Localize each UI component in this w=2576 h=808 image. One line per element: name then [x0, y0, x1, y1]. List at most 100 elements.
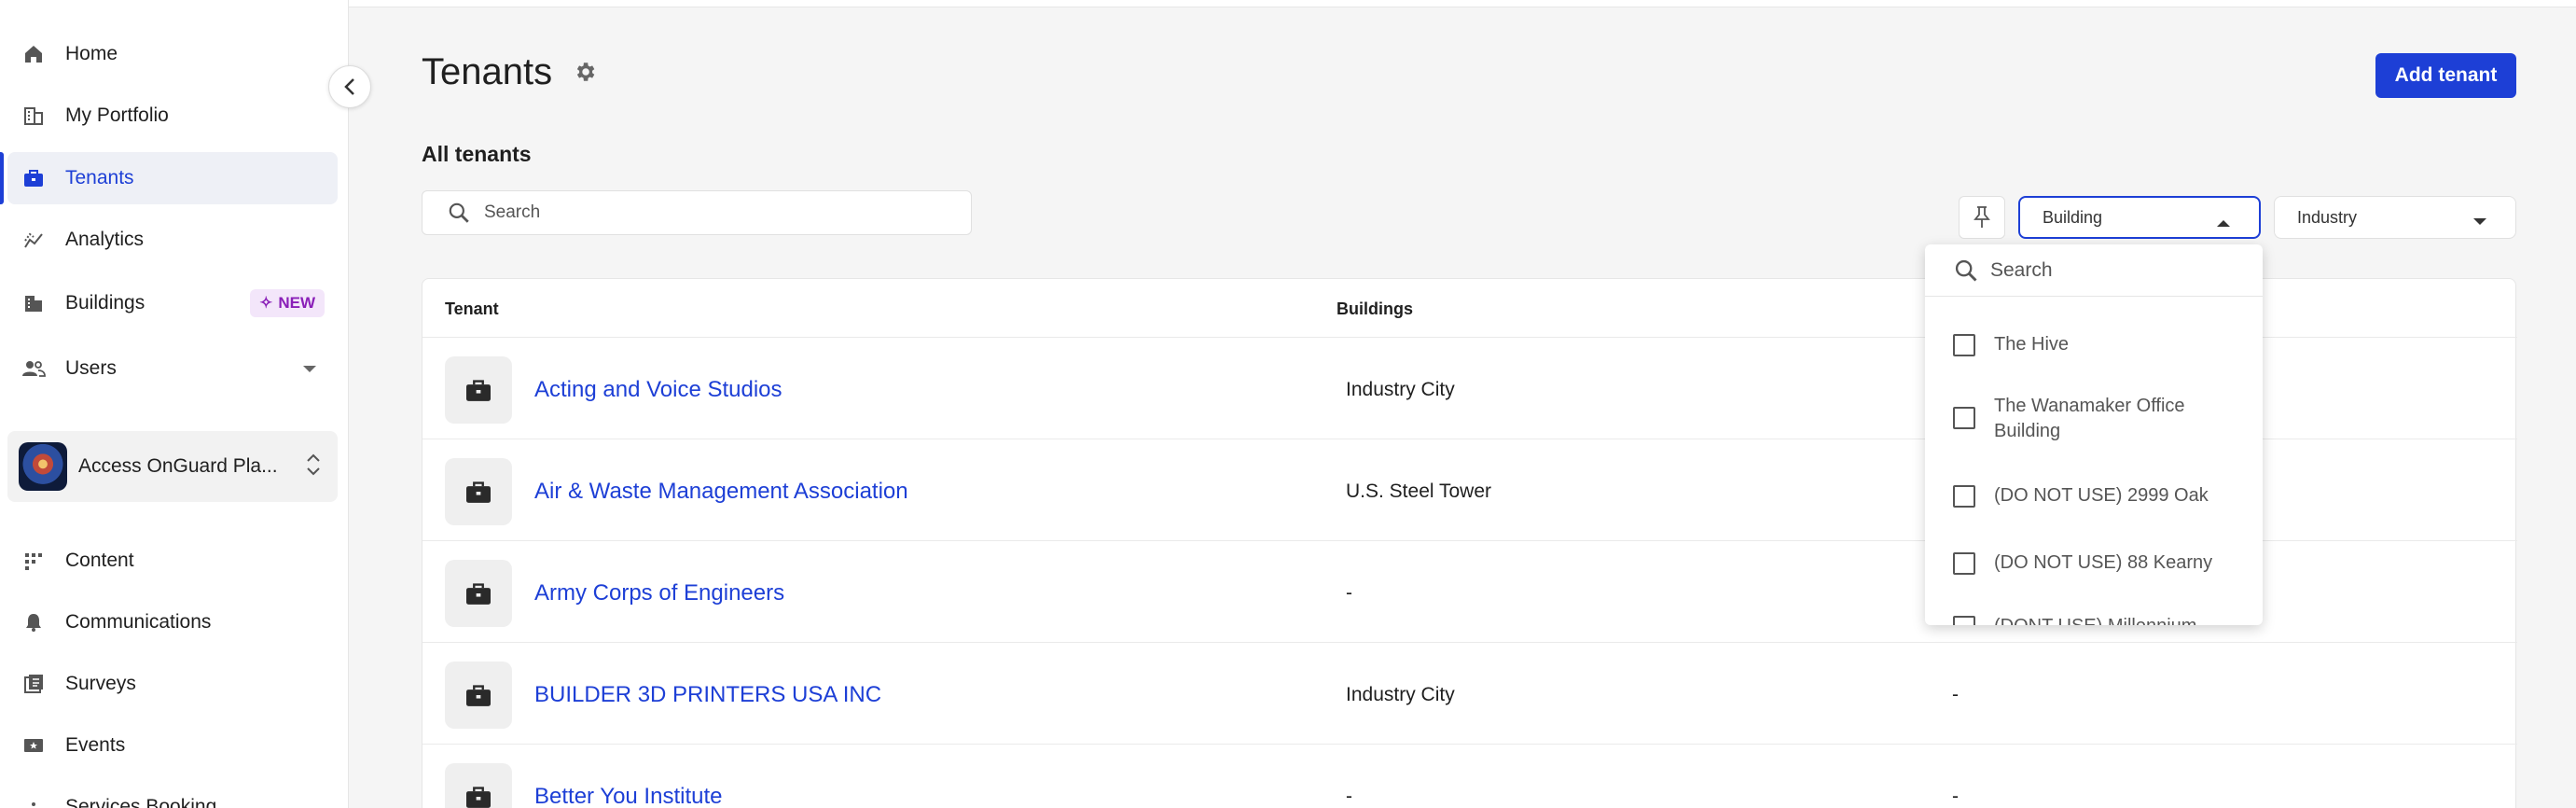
sidebar-item-label: Buildings	[65, 292, 145, 313]
tenant-name-link[interactable]: Acting and Voice Studios	[534, 377, 782, 403]
gear-icon[interactable]	[573, 60, 597, 89]
org-name: Access OnGuard Pla...	[78, 455, 278, 477]
sidebar-item-content[interactable]: Content	[7, 535, 338, 587]
tenant-avatar	[445, 560, 512, 627]
table-row[interactable]: BUILDER 3D PRINTERS USA INC Industry Cit…	[422, 642, 2517, 744]
add-tenant-button[interactable]: Add tenant	[2375, 53, 2516, 98]
sidebar-item-communications[interactable]: Communications	[7, 596, 338, 648]
building-option-label: The Wanamaker Office Building	[1994, 396, 2185, 441]
building-option[interactable]: (DO NOT USE) 88 Kearny	[1953, 550, 2212, 576]
checkbox[interactable]	[1953, 485, 1975, 508]
building-option[interactable]: (DO NOT USE) 2999 Oak	[1953, 483, 2209, 508]
home-icon	[21, 41, 47, 67]
analytics-icon	[21, 227, 47, 253]
building-option[interactable]: The Wanamaker Office Building	[1953, 394, 2223, 444]
building-option-label: (DO NOT USE) 88 Kearny	[1994, 552, 2213, 573]
building-filter[interactable]: Building	[2018, 196, 2261, 239]
users-icon	[21, 355, 47, 382]
dropdown-search[interactable]	[1925, 244, 2263, 297]
column-header-tenant[interactable]: Tenant	[445, 300, 499, 319]
sidebar-item-home[interactable]: Home	[7, 28, 338, 80]
sidebar-item-label: Analytics	[65, 229, 145, 250]
pin-filters-button[interactable]	[1959, 196, 2005, 239]
industry-filter-label: Industry	[2297, 207, 2358, 227]
building-filter-label: Building	[2043, 207, 2103, 227]
briefcase-icon	[466, 685, 491, 706]
sidebar-item-services-booking[interactable]: Services Booking	[7, 781, 338, 808]
chevron-up-icon	[2216, 213, 2231, 232]
sidebar-item-users[interactable]: Users	[7, 342, 338, 395]
tenant-name-link[interactable]: Air & Waste Management Association	[534, 479, 908, 505]
sidebar-item-label: Tenants	[65, 167, 134, 188]
briefcase-icon	[21, 165, 47, 191]
tenant-avatar	[445, 458, 512, 525]
building-option[interactable]: (DONT USE) Millennium	[1953, 614, 2196, 625]
tenant-building: -	[1346, 786, 1352, 807]
org-avatar	[19, 442, 67, 491]
sidebar-item-analytics[interactable]: Analytics	[7, 214, 338, 266]
sidebar-item-events[interactable]: Events	[7, 719, 338, 772]
search-icon	[449, 202, 469, 223]
chevron-down-icon	[302, 357, 317, 380]
sidebar-item-my-portfolio[interactable]: My Portfolio	[7, 90, 338, 142]
org-switcher[interactable]: Access OnGuard Pla...	[7, 431, 338, 502]
sidebar-item-label: Users	[65, 357, 117, 379]
tenant-industry: -	[1952, 684, 1959, 705]
sidebar-item-tenants[interactable]: Tenants	[0, 152, 338, 204]
briefcase-icon	[466, 481, 491, 503]
search-icon	[1955, 259, 1977, 282]
building-option[interactable]: The Hive	[1953, 332, 2069, 357]
table-row[interactable]: Better You Institute - -	[422, 744, 2517, 808]
building-option-label: (DO NOT USE) 2999 Oak	[1994, 485, 2209, 506]
search-input[interactable]	[484, 202, 932, 223]
briefcase-icon	[466, 380, 491, 401]
new-badge: ✧ NEW	[250, 289, 325, 317]
building-option-label: The Hive	[1994, 334, 2070, 355]
sidebar-item-label: Content	[65, 550, 134, 571]
building-option-label: (DONT USE) Millennium	[1994, 614, 2196, 625]
sidebar-item-label: Events	[65, 734, 126, 756]
content-icon	[21, 548, 47, 574]
sidebar-item-buildings[interactable]: Buildings ✧ NEW	[7, 277, 338, 329]
tenant-avatar	[445, 662, 512, 729]
tenant-name-link[interactable]: BUILDER 3D PRINTERS USA INC	[534, 682, 881, 708]
portfolio-icon	[21, 103, 47, 129]
sidebar: Home My Portfolio Tenants Analytics Buil…	[0, 0, 349, 808]
chevron-left-icon	[344, 78, 354, 95]
checkbox[interactable]	[1953, 616, 1975, 625]
tenant-avatar	[445, 356, 512, 424]
column-header-buildings[interactable]: Buildings	[1336, 300, 1413, 319]
checkbox[interactable]	[1953, 552, 1975, 575]
bell-icon	[21, 609, 47, 635]
sparkle-icon: ✧	[259, 294, 273, 312]
pin-icon	[1974, 206, 1990, 228]
tenant-name-link[interactable]: Better You Institute	[534, 784, 722, 808]
section-label: All tenants	[422, 142, 532, 166]
checkbox[interactable]	[1953, 407, 1975, 429]
tenant-building: U.S. Steel Tower	[1346, 481, 1492, 502]
sidebar-item-surveys[interactable]: Surveys	[7, 658, 338, 710]
tenant-search[interactable]	[422, 190, 972, 235]
tenant-building: Industry City	[1346, 379, 1455, 400]
sidebar-item-label: Services Booking	[65, 796, 217, 808]
sidebar-item-label: Surveys	[65, 673, 136, 694]
briefcase-icon	[466, 787, 491, 808]
building-icon	[21, 290, 47, 316]
dropdown-search-input[interactable]	[1990, 258, 2233, 282]
building-filter-dropdown: The Hive The Wanamaker Office Building (…	[1925, 244, 2263, 625]
checkbox[interactable]	[1953, 334, 1975, 356]
page-title: Tenants	[422, 51, 553, 92]
chevron-down-icon	[2472, 212, 2487, 231]
collapse-sidebar-button[interactable]	[328, 65, 371, 108]
sidebar-item-label: Home	[65, 43, 118, 64]
services-icon	[21, 794, 47, 808]
tenant-building: Industry City	[1346, 684, 1455, 705]
tenant-name-link[interactable]: Army Corps of Engineers	[534, 580, 784, 606]
sidebar-item-label: Communications	[65, 611, 212, 633]
unfold-icon	[306, 451, 321, 483]
industry-filter[interactable]: Industry	[2274, 196, 2516, 239]
tenant-industry: -	[1952, 786, 1959, 807]
top-border	[349, 0, 2576, 7]
survey-icon	[21, 671, 47, 697]
tenant-avatar	[445, 763, 512, 808]
